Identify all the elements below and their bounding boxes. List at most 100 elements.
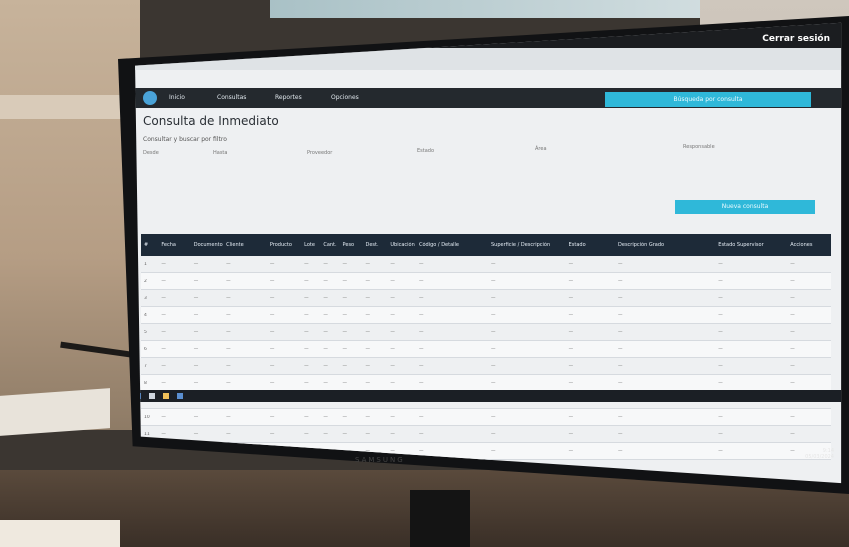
filter-field[interactable]: Hasta [213, 150, 227, 156]
table-cell: 3 [144, 295, 147, 301]
table-cell: — [161, 346, 166, 352]
table-cell: — [304, 295, 309, 301]
filter-field[interactable]: Área [535, 146, 547, 152]
column-header[interactable]: Lote [301, 242, 320, 248]
table-cell: 2 [144, 278, 147, 284]
table-cell: — [418, 295, 424, 301]
column-header[interactable]: Peso [340, 242, 363, 248]
table-cell: 6 [144, 346, 147, 352]
table-cell: — [323, 295, 328, 301]
table-cell: — [418, 312, 424, 318]
new-query-button[interactable]: Nueva consulta [675, 200, 815, 214]
table-cell: — [226, 312, 231, 318]
table-header: # Fecha Documento Cliente Producto Lote … [141, 234, 831, 256]
table-cell: — [790, 295, 795, 301]
column-header[interactable]: Documento [191, 242, 223, 248]
table-row[interactable]: 7 — — — — — — — — — — — — — — — [141, 358, 831, 375]
table-cell: — [323, 363, 328, 369]
table-cell: — [490, 312, 496, 318]
table-cell: — [618, 363, 623, 369]
user-menu[interactable]: Cerrar sesión [762, 34, 830, 44]
table-cell: — [323, 278, 328, 284]
table-row[interactable]: 5 — — — — — — — — — — — — — — — [141, 324, 831, 341]
table-cell: — [718, 363, 723, 369]
table-cell: — [161, 312, 166, 318]
photo-scene: SAMSUNG Cerrar sesión Inicio Consultas R… [0, 0, 849, 547]
table-cell: — [226, 261, 231, 267]
filter-field[interactable]: Desde [143, 150, 159, 156]
table-cell: — [226, 295, 231, 301]
column-header[interactable]: Código / Detalle [416, 242, 488, 248]
table-cell: — [365, 346, 371, 352]
table-cell: — [342, 261, 348, 267]
monitor-stand [410, 490, 470, 547]
column-header[interactable]: Dest. [363, 242, 388, 248]
filter-field[interactable]: Responsable [683, 144, 715, 150]
table-cell: — [490, 278, 496, 284]
column-header[interactable]: Estado Supervisor [715, 242, 787, 248]
search-button[interactable]: Búsqueda por consulta [605, 92, 811, 107]
table-cell: — [618, 261, 623, 267]
table-row[interactable]: 6 — — — — — — — — — — — — — — — [141, 341, 831, 358]
filter-field[interactable]: Proveedor [307, 150, 332, 156]
table-cell: — [342, 346, 348, 352]
table-cell: — [304, 312, 309, 318]
table-cell: — [269, 312, 275, 318]
table-cell: — [226, 363, 231, 369]
column-header[interactable]: Estado [566, 242, 615, 248]
table-cell: — [365, 295, 371, 301]
folder-icon[interactable] [163, 393, 169, 399]
table-cell: — [568, 363, 574, 369]
table-cell: — [490, 363, 496, 369]
table-cell: — [323, 261, 328, 267]
table-cell: — [568, 329, 574, 335]
table-cell: — [269, 278, 275, 284]
table-cell: — [161, 380, 166, 386]
table-row[interactable]: 4 — — — — — — — — — — — — — — — [141, 307, 831, 324]
column-header[interactable]: Cliente [223, 242, 267, 248]
table-cell: — [490, 329, 496, 335]
table-cell: — [193, 295, 199, 301]
taskbar-clock: 9:14 05/03/2024 [805, 448, 834, 460]
table-row[interactable]: 2 — — — — — — — — — — — — — — — [141, 273, 831, 290]
column-header[interactable]: Descripción Grado [615, 242, 715, 248]
table-cell: — [304, 261, 309, 267]
table-cell: — [193, 312, 199, 318]
table-row[interactable]: 1 — — — — — — — — — — — — — — — [141, 256, 831, 273]
table-cell: — [618, 278, 623, 284]
table-cell: — [418, 363, 424, 369]
search-icon[interactable] [149, 393, 155, 399]
column-header[interactable]: Cant. [320, 242, 339, 248]
table-cell: — [618, 312, 623, 318]
table-cell: — [365, 312, 371, 318]
table-cell: — [390, 295, 395, 301]
table-cell: 7 [144, 363, 147, 369]
table-cell: 8 [144, 380, 147, 386]
table-cell: — [568, 295, 574, 301]
table-cell: — [161, 278, 166, 284]
table-cell: — [193, 261, 199, 267]
table-cell: — [269, 329, 275, 335]
column-header[interactable]: Superficie / Descripción [488, 242, 566, 248]
table-row[interactable]: 3 — — — — — — — — — — — — — — — [141, 290, 831, 307]
table-cell: — [323, 312, 328, 318]
column-header[interactable]: Producto [267, 242, 301, 248]
column-header[interactable]: Ubicación [387, 242, 416, 248]
table-cell: — [304, 380, 309, 386]
table-cell: — [193, 278, 199, 284]
browser-icon[interactable] [177, 393, 183, 399]
column-header[interactable]: Acciones [787, 242, 831, 248]
filter-field[interactable]: Estado [417, 148, 434, 154]
column-header[interactable]: # [141, 242, 158, 248]
table-cell: — [490, 295, 496, 301]
column-header[interactable]: Fecha [158, 242, 190, 248]
table-cell: — [365, 380, 371, 386]
table-cell: — [226, 346, 231, 352]
table-cell: — [718, 312, 723, 318]
table-cell: — [390, 278, 395, 284]
table-cell: — [226, 278, 231, 284]
table-cell: — [718, 346, 723, 352]
table-cell: — [718, 278, 723, 284]
table-cell: — [342, 312, 348, 318]
table-cell: — [568, 261, 574, 267]
